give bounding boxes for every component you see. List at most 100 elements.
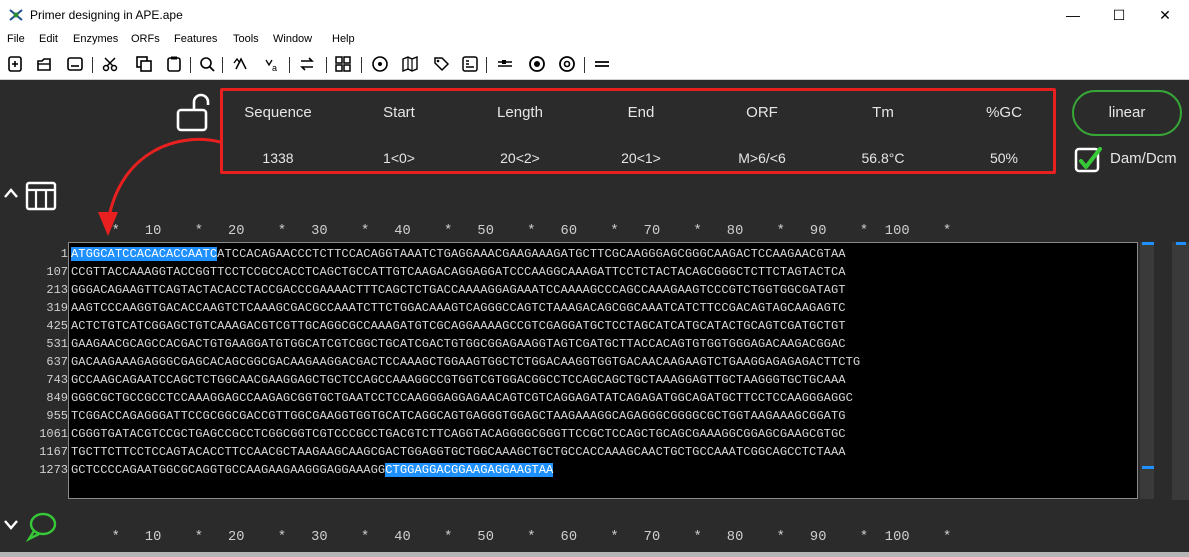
vertical-scrollbar[interactable] <box>1172 242 1189 500</box>
sequence-line: ACTCTGTCATCGGAGCTGTCAAAGACGTCGTTGCAGGCGC… <box>71 319 846 333</box>
sequence-ruler-bottom: * 10 * 20 * 30 * 40 * 50 * 60 * 70 * 80 … <box>70 530 952 545</box>
list-icon[interactable] <box>593 55 611 73</box>
reverse-complement-icon[interactable] <box>298 55 316 73</box>
toolbar-separator <box>92 57 93 73</box>
menu-tools[interactable]: Tools <box>233 33 259 45</box>
menu-help[interactable]: Help <box>332 33 355 45</box>
selection-marker-top <box>1142 242 1154 245</box>
start-value: 1<0> <box>383 150 415 166</box>
cut-icon[interactable] <box>101 55 119 73</box>
length-value: 20<2> <box>500 150 540 166</box>
toolbar: a <box>0 50 1189 80</box>
sequence-line: CGGGTGATACGTCCGCTGAGCCGCCTCGGCGGTCGTCCCG… <box>71 427 846 441</box>
toolbar-separator <box>486 57 487 73</box>
gel-icon[interactable] <box>528 55 546 73</box>
line-number: 1167 <box>39 445 68 459</box>
line-number: 319 <box>46 301 68 315</box>
close-button[interactable]: ✕ <box>1142 4 1188 26</box>
dam-dcm-label: Dam/Dcm <box>1110 150 1177 167</box>
orf-value: M>6/<6 <box>738 150 786 166</box>
menu-window[interactable]: Window <box>273 33 312 45</box>
sequence-panel[interactable] <box>68 242 1138 499</box>
menu-features[interactable]: Features <box>174 33 217 45</box>
save-icon[interactable] <box>66 55 84 73</box>
unlock-icon[interactable] <box>176 92 212 132</box>
svg-text:a: a <box>272 63 277 73</box>
circular-map-icon[interactable] <box>371 55 389 73</box>
tm-header: Tm <box>872 104 894 121</box>
line-number: 955 <box>46 409 68 423</box>
new-file-icon[interactable] <box>6 55 24 73</box>
sequence-line: GACAAGAAAGAGGGCGAGCACAGCGGCGACAAGAAGGACG… <box>71 355 861 369</box>
sequence-header: Sequence <box>244 104 312 121</box>
line-number: 213 <box>46 283 68 297</box>
length-header: Length <box>497 104 543 121</box>
sequence-line: TGCTTCTTCCTCCAGTACACCTTCCAACGCTAAGAAGCAA… <box>71 445 846 459</box>
chevron-down-icon[interactable] <box>3 518 19 532</box>
line-number: 1061 <box>39 427 68 441</box>
start-header: Start <box>383 104 415 121</box>
sequence-line: CCGTTACCAAAGGTACCGGTTCCTCCGCCACCTCAGCTGC… <box>71 265 846 279</box>
title-bar: Primer designing in APE.ape — ☐ ✕ <box>0 0 1189 30</box>
sequence-line: GCTCCCCAGAATGGCGCAGGTGCCAAGAAGAAGGGAGGAA… <box>71 463 554 477</box>
menu-file[interactable]: File <box>7 33 25 45</box>
line-number: 1 <box>60 247 68 261</box>
end-value: 20<1> <box>621 150 661 166</box>
table-icon[interactable] <box>24 180 58 212</box>
translate-reverse-icon[interactable]: a <box>263 55 281 73</box>
app-icon <box>9 9 23 21</box>
line-number: 107 <box>46 265 68 279</box>
line-number: 637 <box>46 355 68 369</box>
open-file-icon[interactable] <box>35 55 53 73</box>
sequence-line: GAAGAACGCAGCCACGACTGTGAAGGATGTGGCATCGTCG… <box>71 337 846 351</box>
line-number: 743 <box>46 373 68 387</box>
cd-icon[interactable] <box>558 55 576 73</box>
orf-header: ORF <box>746 104 778 121</box>
enzyme-table-icon[interactable] <box>334 55 352 73</box>
tag-icon[interactable] <box>432 55 450 73</box>
find-icon[interactable] <box>198 55 216 73</box>
toolbar-separator <box>361 57 362 73</box>
forward-primer-selection[interactable]: ATGGCATCCACACACCAATC <box>71 247 218 261</box>
menu-edit[interactable]: Edit <box>39 33 58 45</box>
sequence-text: GCTCCCCAGAATGGCGCAGGTGCCAAGAAGAAGGGAGGAA… <box>71 463 386 477</box>
minimize-button[interactable]: — <box>1050 4 1096 26</box>
comment-icon[interactable] <box>24 510 58 542</box>
toolbar-separator <box>190 57 191 73</box>
paste-icon[interactable] <box>165 55 183 73</box>
selection-marker-bottom <box>1142 466 1154 469</box>
horizontal-scrollbar[interactable] <box>0 552 1189 557</box>
sequence-line: AAGTCCCAAGGTGACACCAAGTCTCAAAGCGACGCCAAAT… <box>71 301 846 315</box>
topology-linear-button[interactable]: linear <box>1072 90 1182 136</box>
sequence-text: ATCCACAGAACCCTCTTCCACAGGTAAATCTGAGGAAACG… <box>217 247 846 261</box>
gc-value: 50% <box>989 150 1019 166</box>
menu-bar: File Edit Enzymes ORFs Features Tools Wi… <box>0 30 1189 50</box>
menu-orfs[interactable]: ORFs <box>131 33 160 45</box>
linear-map-icon[interactable] <box>401 55 419 73</box>
line-number: 849 <box>46 391 68 405</box>
toolbar-separator <box>222 57 223 73</box>
sequence-marker-track <box>1140 242 1154 499</box>
toolbar-separator <box>584 57 585 73</box>
line-number: 1273 <box>39 463 68 477</box>
toolbar-separator <box>289 57 290 73</box>
align-icon[interactable] <box>496 55 514 73</box>
features-icon[interactable] <box>461 55 479 73</box>
annotation-arrow <box>98 138 221 236</box>
end-header: End <box>627 104 655 121</box>
sequence-line: TCGGACCAGAGGGATTCCGCGGCGACCGTTGGCGAAGGTG… <box>71 409 846 423</box>
line-number: 425 <box>46 319 68 333</box>
maximize-button[interactable]: ☐ <box>1096 4 1142 26</box>
sequence-line: GGGACAGAAGTTCAGTACTACACCTACCGACCCGAAAACT… <box>71 283 846 297</box>
scrollbar-thumb[interactable] <box>1176 242 1186 245</box>
line-number: 531 <box>46 337 68 351</box>
reverse-primer-selection[interactable]: CTGGAGGACGGAAGAGGAAGTAA <box>385 463 554 477</box>
translate-forward-icon[interactable] <box>232 55 250 73</box>
copy-icon[interactable] <box>135 55 153 73</box>
menu-enzymes[interactable]: Enzymes <box>73 33 118 45</box>
window-title: Primer designing in APE.ape <box>30 8 183 22</box>
dam-dcm-checkbox[interactable] <box>1074 145 1104 175</box>
sequence-line: ATGGCATCCACACACCAATCATCCACAGAACCCTCTTCCA… <box>71 247 846 261</box>
toolbar-separator <box>326 57 327 73</box>
chevron-up-icon[interactable] <box>3 186 19 200</box>
